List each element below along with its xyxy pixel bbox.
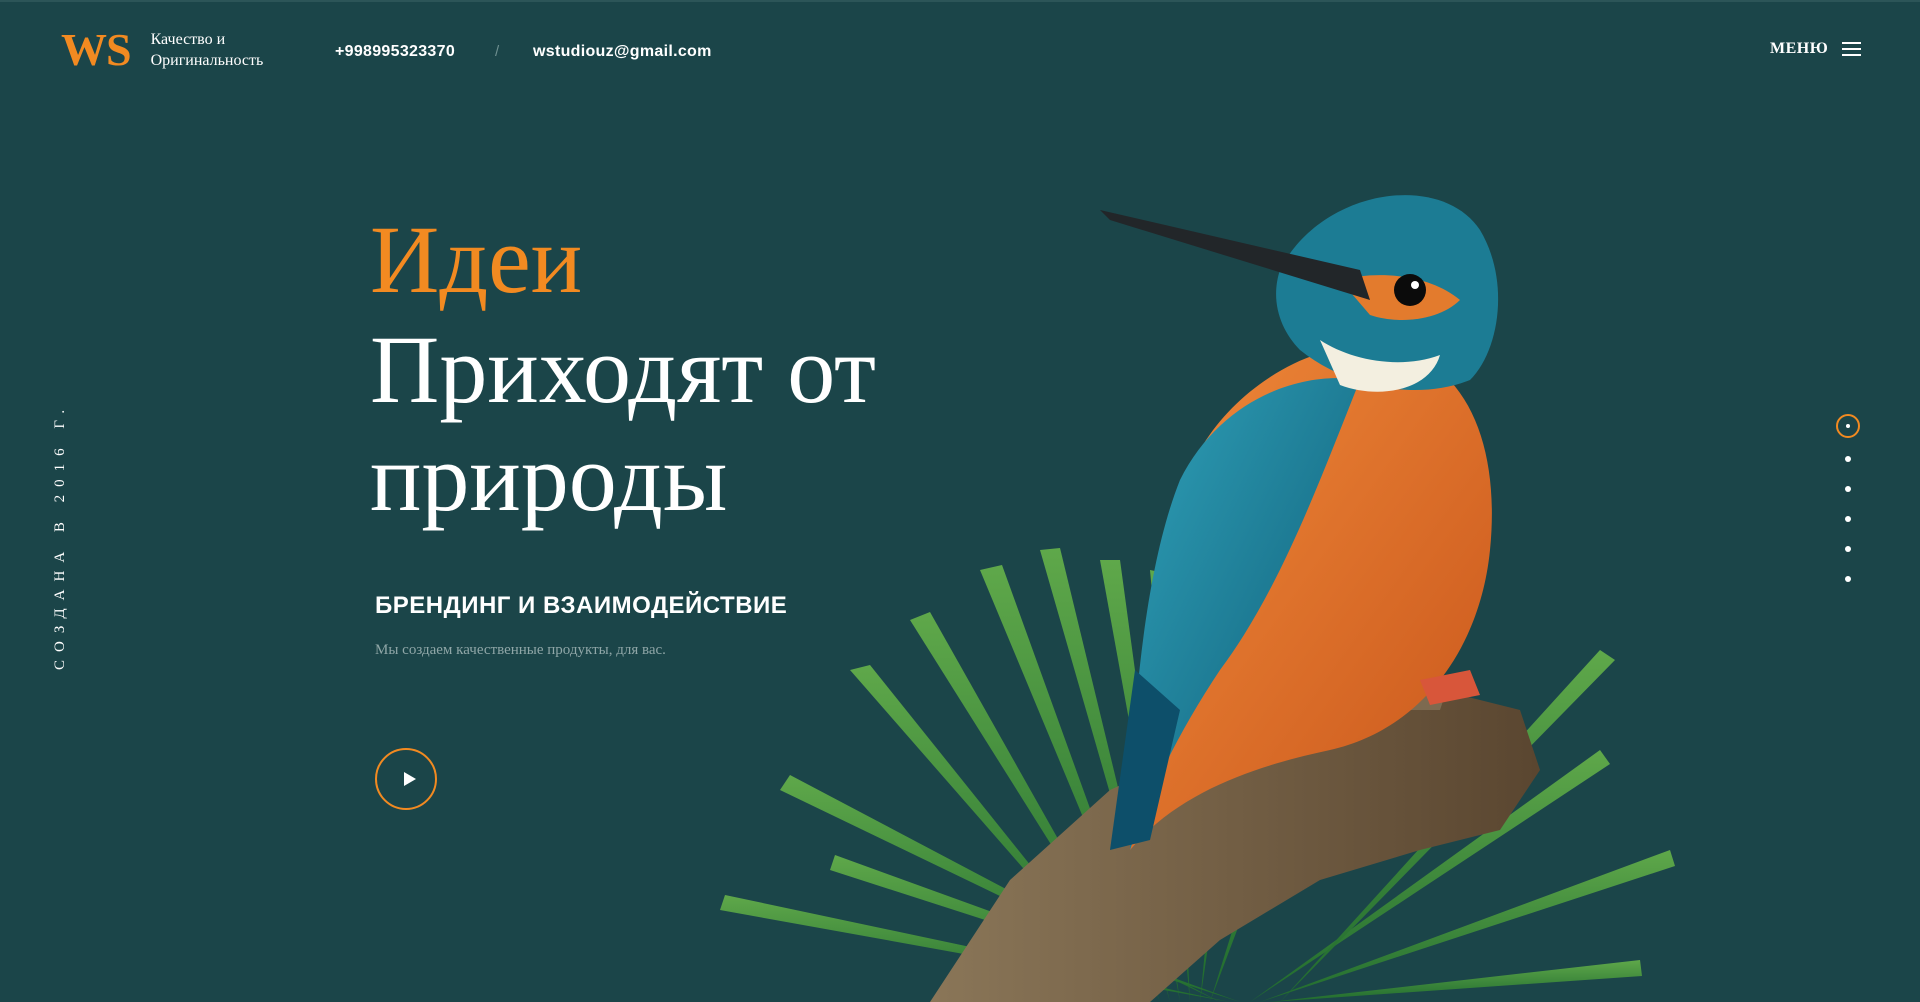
founded-vertical-text: СОЗДАНА В 2016 Г. (52, 401, 68, 670)
hero-heading-line-3: природы (370, 424, 728, 531)
tagline-line-2: Оригинальность (150, 52, 264, 69)
tagline-line-1: Качество и (150, 31, 226, 48)
menu-label: МЕНЮ (1770, 40, 1829, 57)
pager-dot[interactable] (1845, 486, 1851, 492)
contact-separator: / (495, 43, 500, 60)
logo[interactable]: WS Качество и Оригинальность (61, 27, 291, 73)
phone-link[interactable]: +998995323370 (335, 43, 455, 61)
pager-dot[interactable] (1845, 546, 1851, 552)
email-link[interactable]: wstudiouz@gmail.com (533, 43, 712, 61)
pager-dot-active[interactable] (1836, 414, 1860, 438)
hamburger-icon (1842, 42, 1862, 56)
kingfisher-illustration (720, 195, 1675, 1002)
pager-dot[interactable] (1845, 516, 1851, 522)
hero-description: Мы создаем качественные продукты, для ва… (375, 642, 666, 658)
menu-button[interactable]: МЕНЮ (1770, 40, 1862, 58)
pager-dot[interactable] (1845, 576, 1851, 582)
play-icon (404, 772, 416, 786)
logo-tagline: Качество и Оригинальность (151, 29, 291, 71)
top-border (0, 0, 1920, 2)
pager-dot[interactable] (1845, 456, 1851, 462)
logo-mark: WS (61, 24, 132, 75)
hero-accent-word: Идеи (370, 206, 583, 313)
play-video-button[interactable] (375, 748, 437, 810)
